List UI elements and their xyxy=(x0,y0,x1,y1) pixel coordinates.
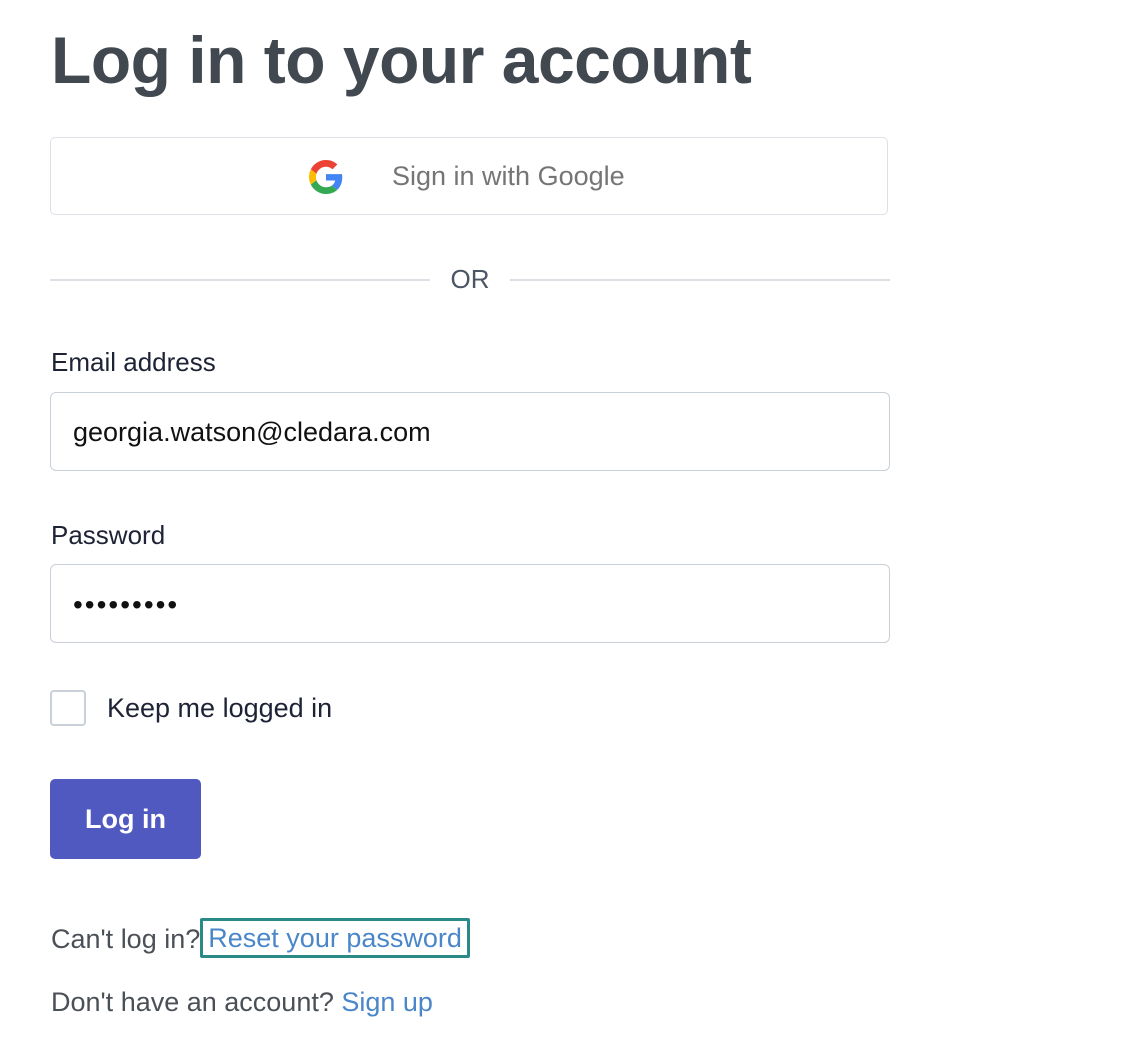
cant-login-text: Can't log in? xyxy=(51,924,201,954)
email-value: georgia.watson@cledara.com xyxy=(73,417,431,447)
reset-password-link[interactable]: Reset your password xyxy=(200,918,470,958)
google-signin-label: Sign in with Google xyxy=(392,161,625,191)
password-label: Password xyxy=(51,520,166,550)
divider-line-left xyxy=(50,279,430,281)
login-button[interactable]: Log in xyxy=(50,779,201,859)
keep-logged-in-label[interactable]: Keep me logged in xyxy=(107,692,332,724)
divider-line-right xyxy=(510,279,890,281)
google-signin-button[interactable]: Sign in with Google xyxy=(50,137,888,215)
password-field[interactable]: ••••••••• xyxy=(50,564,890,643)
signup-link[interactable]: Sign up xyxy=(341,987,433,1017)
email-label: Email address xyxy=(51,347,216,377)
page-title: Log in to your account xyxy=(51,23,752,97)
cant-login-line: Can't log in? Reset your password xyxy=(51,918,470,959)
google-g-icon xyxy=(309,160,343,194)
signup-line: Don't have an account? Sign up xyxy=(51,985,433,1019)
divider-or-text: OR xyxy=(450,264,490,294)
email-field[interactable]: georgia.watson@cledara.com xyxy=(50,392,890,471)
no-account-text: Don't have an account? xyxy=(51,987,334,1017)
keep-logged-in-checkbox[interactable] xyxy=(50,690,86,726)
password-value: ••••••••• xyxy=(73,589,180,620)
